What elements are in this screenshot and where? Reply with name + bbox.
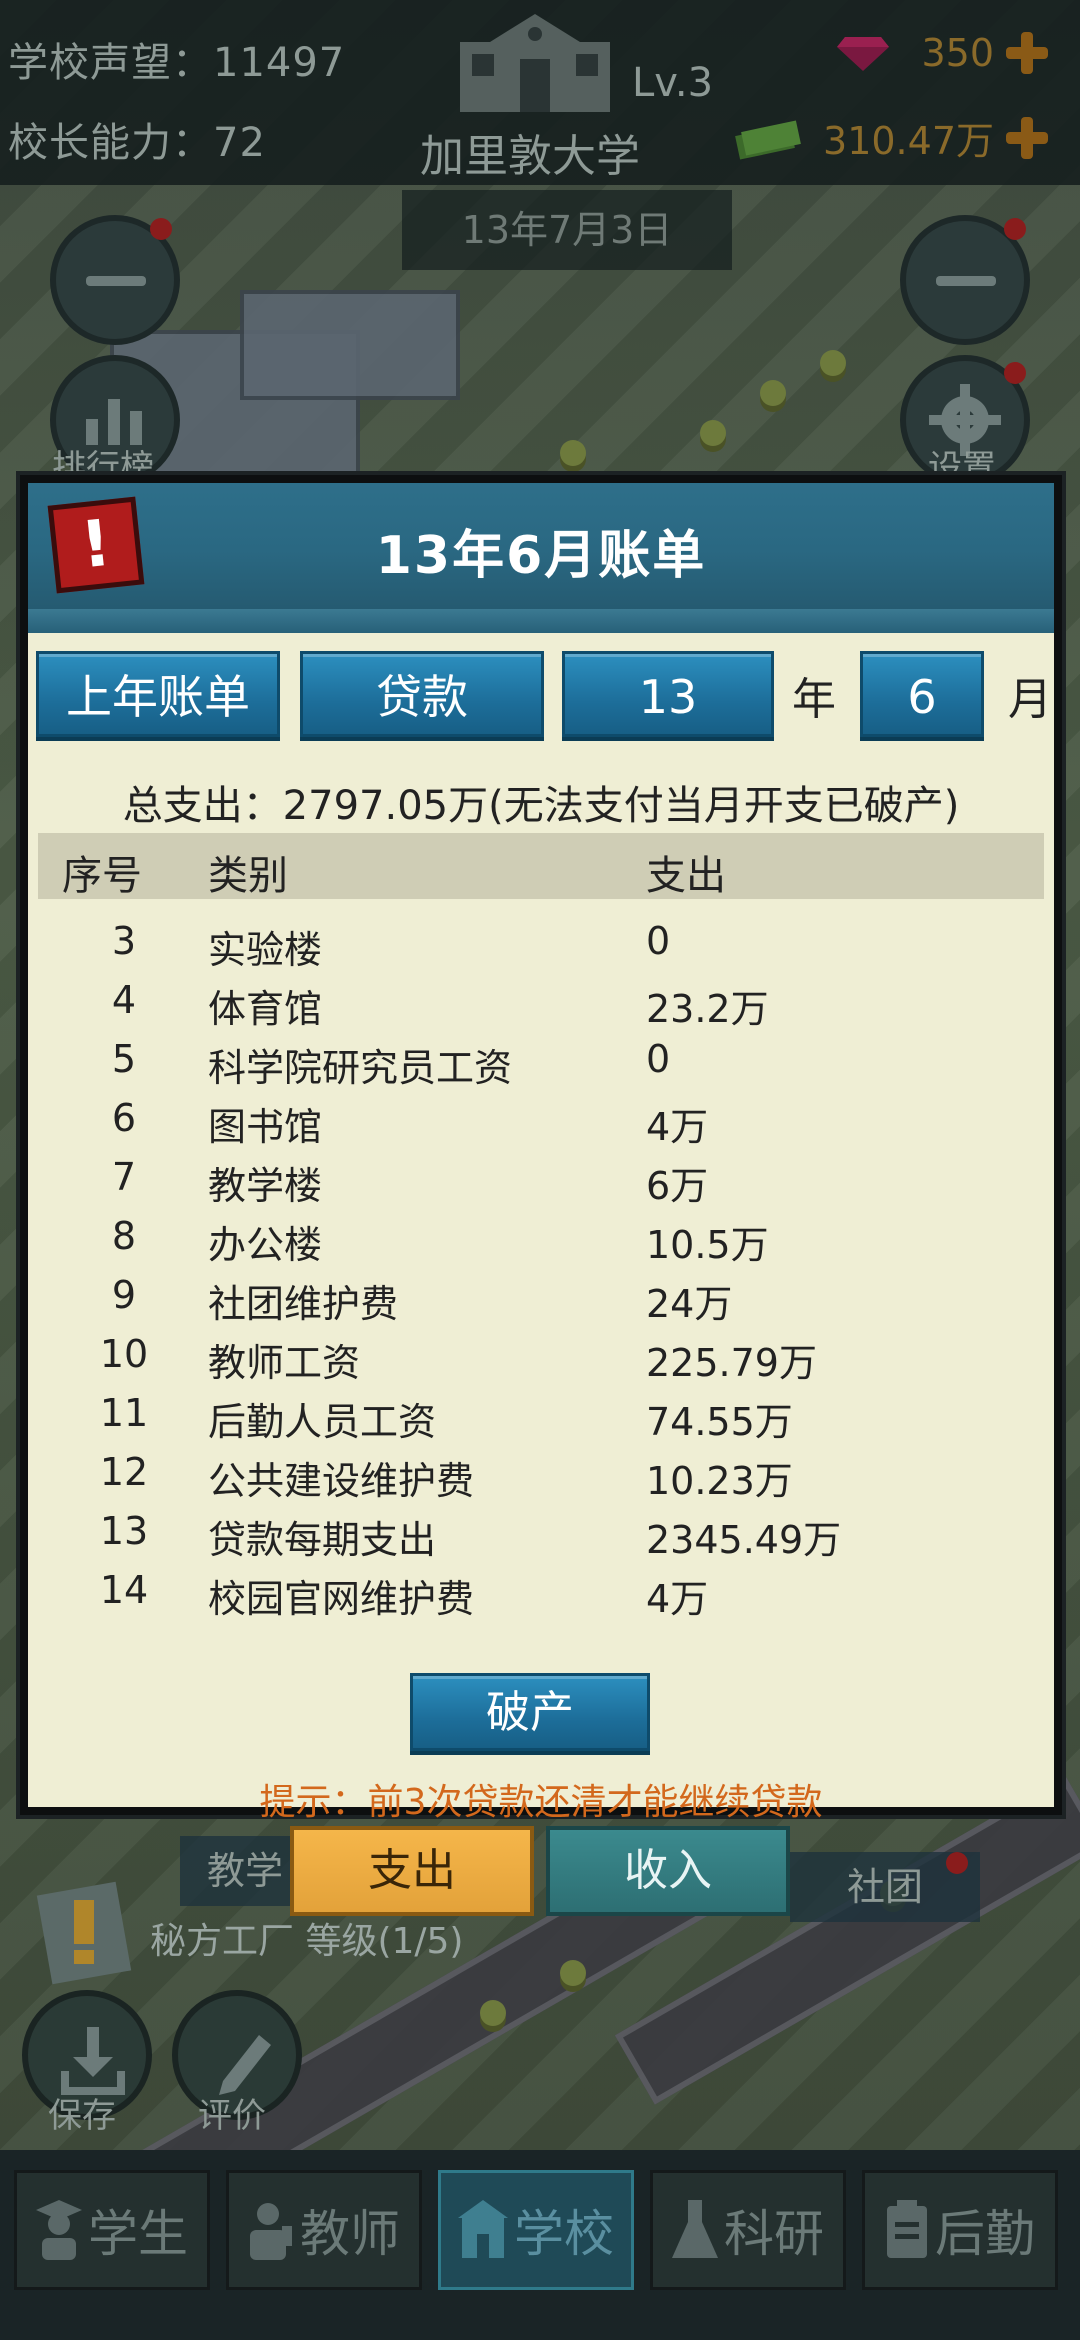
table-row: 6 图书馆 4万 — [111, 1096, 709, 1149]
game-date: 13年7月3日 — [402, 190, 732, 270]
student-icon — [36, 2200, 82, 2260]
tree — [820, 350, 846, 376]
save-label: 保存 — [48, 2096, 116, 2136]
secret-factory-level[interactable]: 秘方工厂 等级(1/5) — [150, 1912, 463, 1964]
money-counter: 310.47万 — [733, 110, 1050, 165]
notebook-alert-icon — [36, 1881, 132, 1985]
loan-tip: 提示：前3次贷款还清才能继续贷款 — [259, 1782, 823, 1823]
notification-dot — [946, 1852, 968, 1874]
notification-dot — [1004, 218, 1026, 240]
table-row: 14 校园官网维护费 4万 — [99, 1568, 709, 1621]
add-gems-plus-icon[interactable] — [1004, 30, 1050, 76]
month-selector[interactable]: 6 — [860, 651, 984, 737]
notification-dot — [150, 218, 172, 240]
gem-icon — [837, 37, 890, 71]
dialog-body: 上年账单 贷款 13 年 6 月 总支出：2797.05万(无法支付当月开支已破… — [28, 633, 1054, 1823]
year-unit-label: 年 — [792, 674, 836, 725]
expense-tab[interactable]: 支出 — [290, 1826, 534, 1916]
table-row: 4 体育馆 23.2万 — [111, 978, 769, 1031]
table-row: 11 后勤人员工资 74.55万 — [99, 1391, 793, 1444]
income-tab[interactable]: 收入 — [546, 1826, 790, 1916]
loan-button[interactable]: 贷款 — [300, 651, 544, 737]
gems-counter: 350 — [835, 30, 1050, 76]
principal-ability: 校长能力：72 — [8, 120, 266, 166]
school-level: Lv.3 — [632, 60, 714, 106]
clipboard-icon — [887, 2200, 927, 2258]
tree — [560, 1960, 586, 1986]
school-name: 加里敦大学 — [420, 131, 640, 182]
month-unit-label: 月 — [1008, 674, 1052, 725]
column-header-category: 类别 — [208, 853, 288, 899]
nav-logistics[interactable]: 后勤 — [862, 2170, 1058, 2290]
top-status-bar: 学校声望：11497 校长能力：72 Lv.3 加里敦大学 350 310.47… — [0, 0, 1080, 185]
cash-icon — [735, 119, 801, 160]
review-label: 评价 — [198, 2096, 266, 2136]
nav-students[interactable]: 学生 — [14, 2170, 210, 2290]
bottom-navigation: 学生 教师 学校 科研 后勤 — [0, 2150, 1080, 2340]
table-row: 9 社团维护费 24万 — [111, 1273, 733, 1326]
prev-year-bill-button[interactable]: 上年账单 — [36, 651, 280, 737]
total-expense: 总支出：2797.05万(无法支付当月开支已破产) — [122, 783, 960, 829]
column-header-amount: 支出 — [646, 853, 726, 899]
school-building-icon — [460, 14, 610, 112]
column-header-no: 序号 — [62, 853, 142, 899]
table-row: 13 贷款每期支出 2345.49万 — [99, 1509, 842, 1562]
dialog-header: ! 13年6月账单 — [28, 483, 1054, 633]
building — [240, 290, 460, 400]
nav-school[interactable]: 学校 — [438, 2170, 634, 2290]
school-icon — [458, 2200, 508, 2258]
tree — [700, 420, 726, 446]
nav-teachers[interactable]: 教师 — [226, 2170, 422, 2290]
school-reputation: 学校声望：11497 — [8, 40, 346, 86]
table-row: 8 办公楼 10.5万 — [111, 1214, 769, 1267]
dialog-title: 13年6月账单 — [375, 526, 707, 586]
tree — [480, 2000, 506, 2026]
gems-value: 350 — [921, 31, 994, 75]
teacher-icon — [250, 2203, 292, 2260]
table-row: 7 教学楼 6万 — [111, 1155, 709, 1208]
table-row: 3 实验楼 0 — [111, 919, 671, 972]
bill-dialog: ! 13年6月账单 上年账单 贷款 13 年 6 月 总支出：2797.05万(… — [20, 475, 1062, 1823]
table-row: 12 公共建设维护费 10.23万 — [99, 1450, 793, 1503]
bankrupt-button[interactable]: 破产 — [410, 1673, 650, 1751]
nav-research[interactable]: 科研 — [650, 2170, 846, 2290]
tree — [560, 440, 586, 466]
money-value: 310.47万 — [823, 119, 994, 163]
table-row: 5 科学院研究员工资 0 — [111, 1037, 671, 1090]
table-row: 10 教师工资 225.79万 — [99, 1332, 817, 1385]
table-header: 序号 类别 支出 — [38, 833, 1044, 899]
flask-icon — [672, 2200, 718, 2258]
tree — [760, 380, 786, 406]
year-selector[interactable]: 13 — [562, 651, 774, 737]
add-money-plus-icon[interactable] — [1004, 115, 1050, 161]
notification-dot — [1004, 362, 1026, 384]
